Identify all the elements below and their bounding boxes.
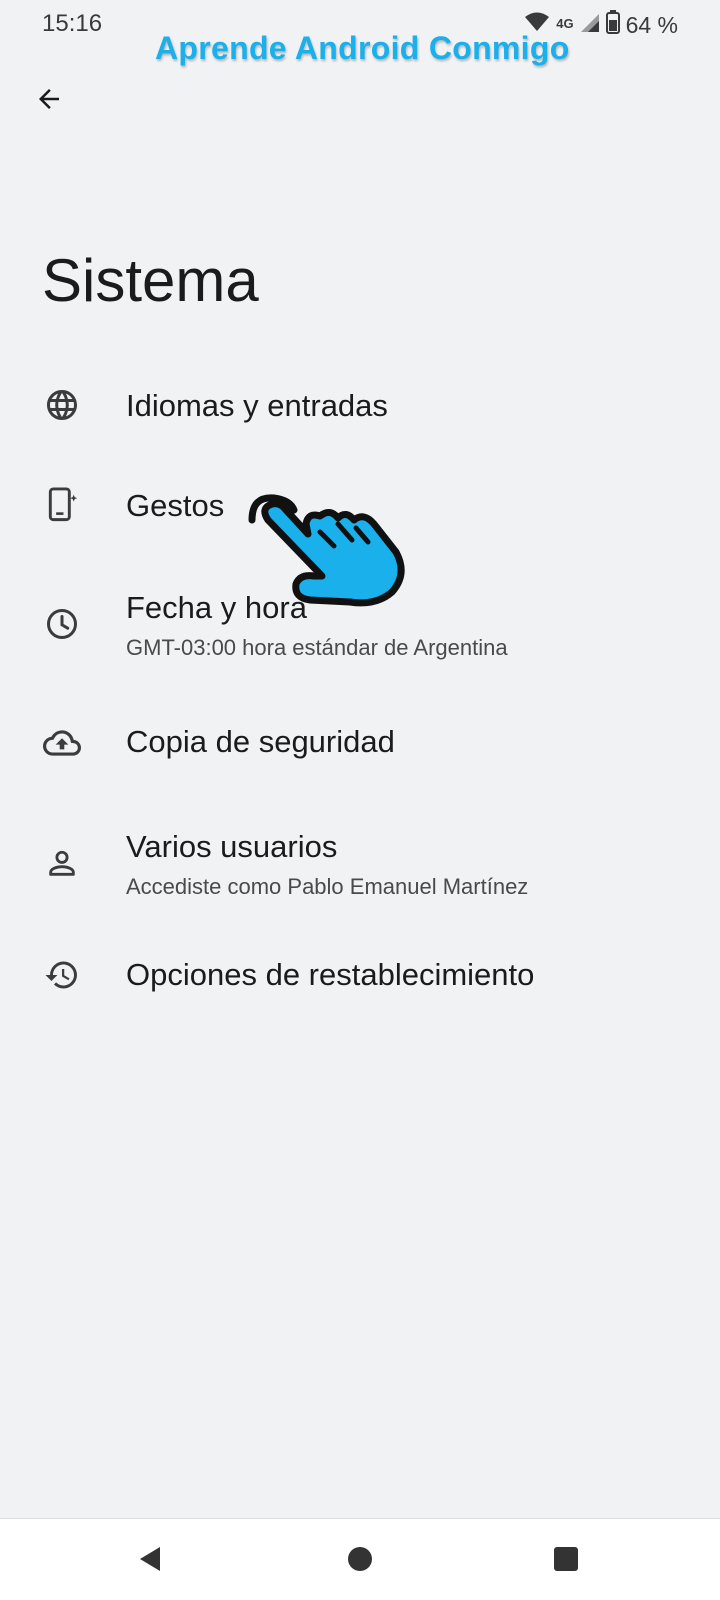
clock-icon	[42, 604, 82, 644]
navigation-bar	[0, 1518, 720, 1600]
settings-item-subtitle: GMT-03:00 hora estándar de Argentina	[126, 635, 508, 660]
globe-icon	[42, 385, 82, 425]
nav-back-button[interactable]	[130, 1539, 170, 1579]
nav-home-button[interactable]	[340, 1539, 380, 1579]
nav-home-icon	[348, 1547, 372, 1571]
arrow-back-icon	[39, 89, 59, 109]
battery-percent: 64 %	[625, 11, 678, 38]
settings-item-subtitle: Accediste como Pablo Emanuel Martínez	[126, 874, 529, 899]
status-time: 15:16	[42, 10, 103, 37]
settings-item-languages[interactable]: Idiomas y entradas	[0, 355, 720, 455]
watermark-text: Aprende Android Conmigo	[155, 30, 570, 66]
person-icon	[42, 843, 82, 883]
settings-item-reset[interactable]: Opciones de restablecimiento	[0, 940, 720, 1040]
cloud-upload-icon	[42, 723, 82, 763]
nav-back-icon	[140, 1547, 160, 1571]
settings-item-title: Gestos	[126, 488, 225, 523]
settings-item-users[interactable]: Varios usuarios Accediste como Pablo Ema…	[0, 827, 720, 927]
signal-icon	[580, 12, 600, 39]
nav-recents-icon	[554, 1547, 578, 1571]
back-button[interactable]	[28, 78, 70, 120]
battery-icon	[605, 10, 620, 40]
hand-pointer-icon	[246, 490, 414, 618]
settings-item-title: Varios usuarios	[126, 829, 338, 864]
network-type-label: 4G	[556, 15, 574, 31]
settings-item-backup[interactable]: Copia de seguridad	[0, 707, 720, 807]
phone-gesture-icon	[42, 485, 82, 525]
nav-recents-button[interactable]	[546, 1539, 586, 1579]
settings-item-title: Copia de seguridad	[126, 724, 395, 759]
page-title: Sistema	[42, 247, 259, 314]
settings-item-title: Idiomas y entradas	[126, 388, 388, 423]
settings-item-title: Opciones de restablecimiento	[126, 957, 535, 992]
history-icon	[42, 955, 82, 995]
